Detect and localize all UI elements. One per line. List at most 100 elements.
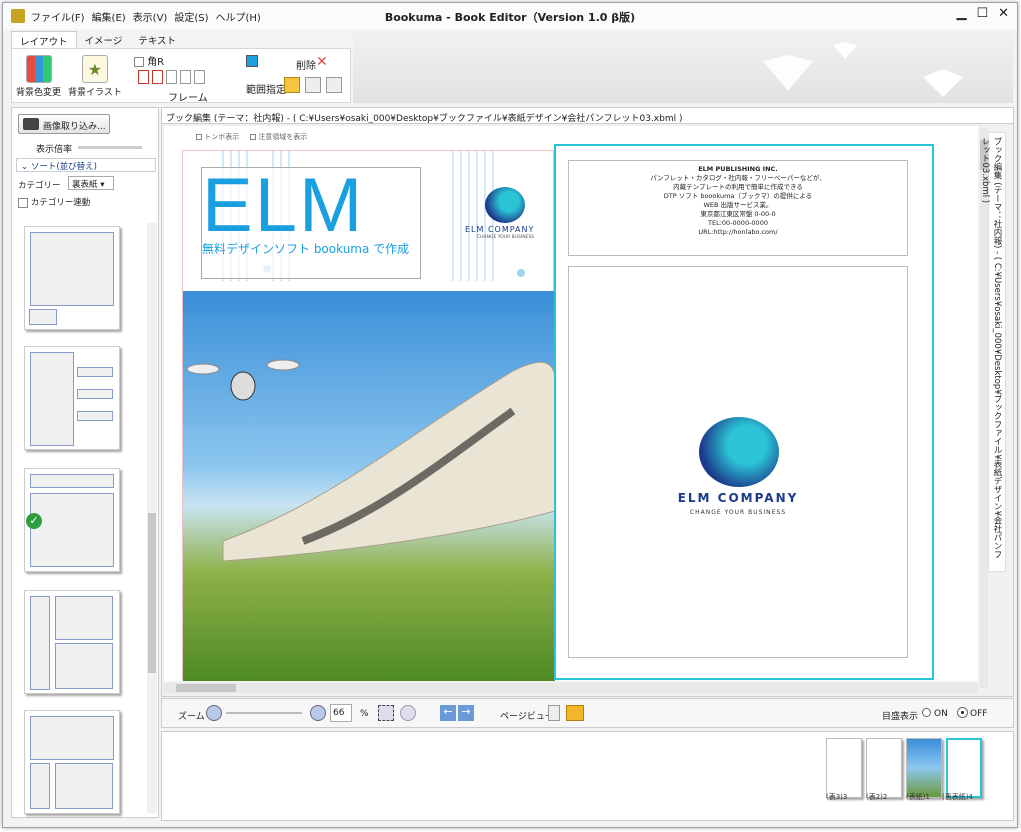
arrow-right-icon[interactable]: → [458, 705, 474, 721]
back-cover[interactable]: ELM PUBLISHING INC. パンフレット・カタログ・社内報・フリーペ… [554, 144, 934, 680]
spread-page-icon[interactable] [566, 705, 584, 721]
bg-illust-button[interactable]: ★ 背景イラスト [68, 55, 122, 98]
elm-title: ELM [202, 163, 365, 248]
page-thumb[interactable] [826, 738, 862, 798]
minimize-icon[interactable]: ▁ [956, 6, 966, 21]
menu-settings[interactable]: 設定(S) [174, 9, 208, 24]
frame-style-icon[interactable] [180, 70, 191, 84]
zoom-slider[interactable] [226, 712, 302, 714]
delete-icon[interactable]: ✕ [316, 54, 328, 70]
cover-tagline: 無料デザインソフト bookuma で作成 [202, 242, 410, 256]
futuristic-building-image [186, 359, 556, 562]
zoom-value-input[interactable]: 66 [330, 704, 352, 722]
horizontal-scrollbar[interactable] [164, 683, 978, 693]
tab-image[interactable]: イメージ [77, 31, 131, 49]
bg-illust-label: 背景イラスト [68, 88, 122, 98]
sort-panel[interactable]: ⌄ ソート(並び替え) [16, 158, 156, 172]
template-thumb[interactable] [24, 590, 120, 694]
info-line: ELM PUBLISHING INC. [698, 165, 778, 173]
corner-r-option[interactable]: 角R [134, 53, 164, 68]
sidebar-scrollbar[interactable] [147, 223, 157, 813]
back-logo-name: ELM COMPANY [677, 491, 799, 505]
category-link-checkbox[interactable] [18, 197, 28, 208]
front-cover[interactable]: ELM 無料デザインソフト bookuma で作成 ELM COMPANY CH… [182, 150, 556, 681]
page-thumb[interactable] [906, 738, 942, 798]
info-line: WEB 出版サービス業。 [703, 201, 773, 209]
tombo-checkbox[interactable] [196, 134, 202, 140]
back-logo-sub: CHANGE YOUR BUSINESS [689, 509, 787, 516]
corner-r-checkbox[interactable] [134, 57, 144, 67]
zoom-in-icon[interactable] [310, 705, 326, 721]
vertical-scrollbar[interactable] [980, 128, 988, 688]
range-select-icon[interactable] [305, 77, 321, 93]
template-thumb[interactable] [24, 226, 120, 330]
palette-icon [25, 55, 52, 83]
zoom-label: ズーム [178, 712, 205, 722]
template-thumb[interactable] [24, 346, 120, 450]
info-box[interactable]: ELM PUBLISHING INC. パンフレット・カタログ・社内報・フリーペ… [568, 160, 908, 256]
scroll-thumb[interactable] [148, 513, 156, 673]
ruler-off-label: OFF [970, 709, 988, 719]
bg-color-button[interactable]: 背景色変更 [16, 55, 61, 98]
tombo-option[interactable]: トンボ表示 [196, 132, 239, 142]
ruler-on-radio[interactable] [922, 708, 931, 717]
frame-style-icon[interactable] [152, 70, 163, 84]
page-tray: (表3)3 (表2)2 (表紙)1 (裏表紙)4 [161, 731, 1014, 821]
ruler-off-radio[interactable] [957, 707, 968, 718]
range-select-icon[interactable] [284, 77, 300, 93]
category-label: カテゴリー [18, 181, 61, 191]
frame-style-icon[interactable] [138, 70, 149, 84]
range-select-icon[interactable] [326, 77, 342, 93]
maximize-icon[interactable]: ☐ [976, 6, 988, 21]
cover-photo[interactable] [183, 291, 556, 681]
single-page-icon[interactable] [548, 705, 560, 721]
back-logo-box[interactable]: ELM COMPANY CHANGE YOUR BUSINESS [568, 266, 908, 658]
company-logo-icon [699, 417, 779, 487]
bg-color-label: 背景色変更 [16, 88, 62, 98]
info-line: 内蔵テンプレートの利用で簡単に作成できる [673, 183, 803, 191]
ribbon-tabs: レイアウト イメージ テキスト [11, 31, 184, 49]
menu-file[interactable]: ファイル(F) [31, 9, 85, 24]
zoom-100-icon[interactable] [400, 705, 416, 721]
star-document-icon: ★ [81, 55, 108, 83]
category-value: 裏表紙 [72, 180, 98, 190]
close-icon[interactable]: ✕ [998, 6, 1009, 21]
title-bar: ファイル(F) 編集(E) 表示(V) 設定(S) ヘルプ(H) Bookuma… [3, 3, 1017, 29]
color-swatch[interactable] [246, 55, 258, 67]
scroll-thumb[interactable] [176, 684, 236, 692]
page-thumb[interactable] [866, 738, 902, 798]
spine-tab[interactable]: ブック編集 (テーマ：社内報) - ( C:¥Users¥osaki_000¥D… [980, 132, 1006, 572]
zoom-rate-slider[interactable] [78, 146, 142, 149]
frame-style-icon[interactable] [194, 70, 205, 84]
menu-help[interactable]: ヘルプ(H) [216, 9, 261, 24]
category-link-option[interactable]: カテゴリー連動 [18, 196, 90, 208]
tab-text[interactable]: テキスト [130, 31, 184, 49]
note-label: 注意領域を表示 [258, 133, 308, 141]
category-select[interactable]: 裏表紙 ▾ [68, 176, 114, 190]
template-thumb[interactable] [24, 710, 120, 814]
zoom-unit: % [360, 709, 369, 719]
arrow-left-icon[interactable]: ← [440, 705, 456, 721]
camera-icon [23, 118, 39, 130]
tab-layout[interactable]: レイアウト [11, 31, 77, 49]
sort-label: ソート(並び替え) [30, 162, 97, 172]
image-import-button[interactable]: 画像取り込み... [18, 114, 110, 134]
page-thumb[interactable] [946, 738, 982, 798]
page-canvas[interactable]: トンボ表示 注意領域を表示 ELM 無料デザインソフト bookuma で作成 … [164, 126, 978, 681]
logo-name: ELM COMPANY [465, 225, 535, 234]
page-thumb-label: (表紙)1 [906, 793, 930, 801]
ruler-on-label: ON [934, 709, 948, 719]
zoom-bar: ズーム 66 % ← → ページビュー 目盛表示 ON OFF [161, 698, 1014, 728]
frame-style-icon[interactable] [166, 70, 177, 84]
page-thumb-label: (裏表紙)4 [942, 793, 973, 801]
editor-panel: ブック編集 (テーマ：社内報) - ( C:¥Users¥osaki_000¥D… [161, 107, 1014, 697]
menu-edit[interactable]: 編集(E) [92, 9, 126, 24]
title-box[interactable]: ELM 無料デザインソフト bookuma で作成 [201, 163, 421, 279]
note-option[interactable]: 注意領域を表示 [250, 132, 307, 142]
zoom-out-icon[interactable] [206, 705, 222, 721]
info-line: パンフレット・カタログ・社内報・フリーペーパーなどが、 [650, 174, 826, 182]
menu-view[interactable]: 表示(V) [133, 9, 168, 24]
note-checkbox[interactable] [250, 134, 256, 140]
info-line: DTP ソフト boookuma（ブックマ）の提供による [663, 192, 813, 200]
zoom-fit-icon[interactable] [378, 705, 394, 721]
